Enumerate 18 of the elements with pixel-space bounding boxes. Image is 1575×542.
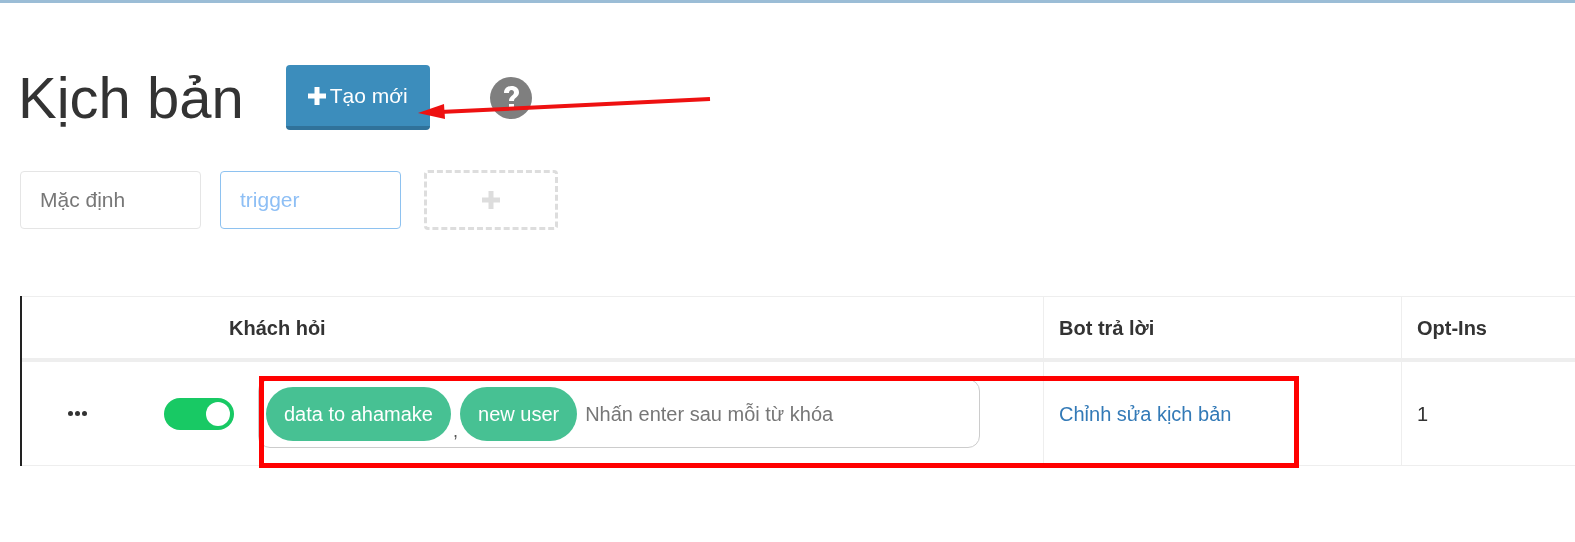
keyword-entry[interactable]: Nhấn enter sau mỗi từ khóa [585,398,979,429]
column-header: Khách hỏi [229,315,326,341]
keyword-tag[interactable]: new user [460,386,578,441]
toggle-switch[interactable] [164,397,234,430]
edit-script-link[interactable]: Chỉnh sửa kịch bản [1059,398,1232,429]
tab[interactable]: Mặc định [20,171,201,229]
column-header: Opt-Ins [1417,315,1487,341]
help-icon[interactable] [489,76,532,119]
create-button[interactable]: Tạo mới [285,65,430,130]
keyword-tag[interactable]: data to ahamake [266,386,451,441]
opt-ins-count: 1 [1417,401,1429,427]
column-header: Bot trả lời [1059,315,1155,341]
plus-icon [307,86,326,105]
keyword-separator: , [453,420,458,443]
page-title: Kịch bản [18,68,244,127]
plus-icon [482,191,500,209]
more-icon[interactable] [68,411,87,416]
tab[interactable]: trigger [220,171,401,229]
